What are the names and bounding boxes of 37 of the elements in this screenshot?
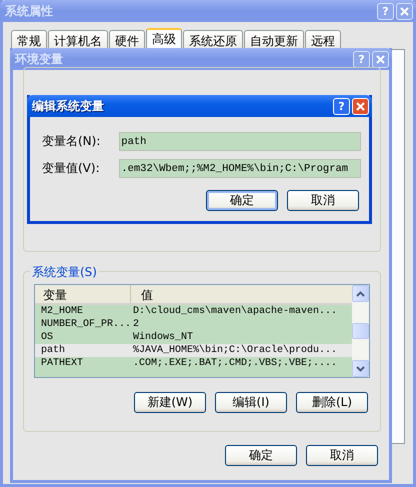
table-cell-text: OS bbox=[40, 331, 54, 344]
close-icon bbox=[400, 6, 409, 16]
table-cell-text: 2 bbox=[132, 318, 140, 331]
list-row[interactable]: PATHEXT .COM;.EXE;.BAT;.CMD;.VBS;.VBE;.... bbox=[35, 357, 352, 370]
button[interactable]: 确定 bbox=[206, 190, 278, 211]
table-cell-text: NUMBER_OF_PR... bbox=[40, 318, 131, 331]
table-cell-text: .COM;.EXE;.BAT;.CMD;.VBS;.VBE;.... bbox=[132, 357, 338, 370]
column-header[interactable]: 变量 bbox=[35, 285, 131, 303]
table-cell-text: %JAVA_HOME%\bin;C:\Oracle\produ... bbox=[132, 344, 338, 357]
list-row[interactable]: OS Windows_NT bbox=[35, 331, 352, 344]
scrollbar[interactable] bbox=[352, 285, 369, 377]
scroll-thumb[interactable] bbox=[352, 323, 369, 339]
help-button[interactable]: ? bbox=[333, 98, 350, 114]
table-cell-text: Windows_NT bbox=[132, 331, 194, 344]
table-cell-text: M2_HOME bbox=[40, 305, 84, 318]
window-title: 系统属性 bbox=[5, 2, 53, 20]
list-row[interactable]: M2_HOME D:\cloud_cms\maven\apache-maven... bbox=[35, 305, 352, 318]
button[interactable]: 取消 bbox=[287, 190, 359, 211]
scroll-down-button[interactable] bbox=[352, 360, 369, 377]
window-title: 环境变量 bbox=[15, 50, 63, 68]
list-row[interactable]: NUMBER_OF_PR... 2 bbox=[35, 318, 352, 331]
group-label: 系统变量(S) bbox=[30, 264, 99, 281]
close-icon bbox=[356, 102, 365, 110]
window-title: 编辑系统变量 bbox=[32, 98, 104, 114]
input-field[interactable]: path bbox=[119, 132, 361, 151]
table-cell-text: path bbox=[40, 344, 66, 357]
list-row[interactable]: path %JAVA_HOME%\bin;C:\Oracle\produ... bbox=[35, 344, 352, 357]
chevron-up-icon bbox=[356, 290, 365, 296]
field-label: 变量值(V): bbox=[41, 160, 101, 177]
chevron-down-icon bbox=[356, 366, 365, 372]
close-icon bbox=[376, 54, 385, 64]
field-label: 变量名(N): bbox=[41, 133, 102, 150]
table-cell-text: D:\cloud_cms\maven\apache-maven... bbox=[132, 305, 338, 318]
column-header[interactable]: 值 bbox=[131, 285, 352, 303]
table-cell-text: PATHEXT bbox=[40, 357, 84, 370]
scroll-up-button[interactable] bbox=[352, 285, 369, 302]
input-field[interactable]: .em32\Wbem;;%M2_HOME%\bin;C:\Program bbox=[119, 159, 361, 178]
